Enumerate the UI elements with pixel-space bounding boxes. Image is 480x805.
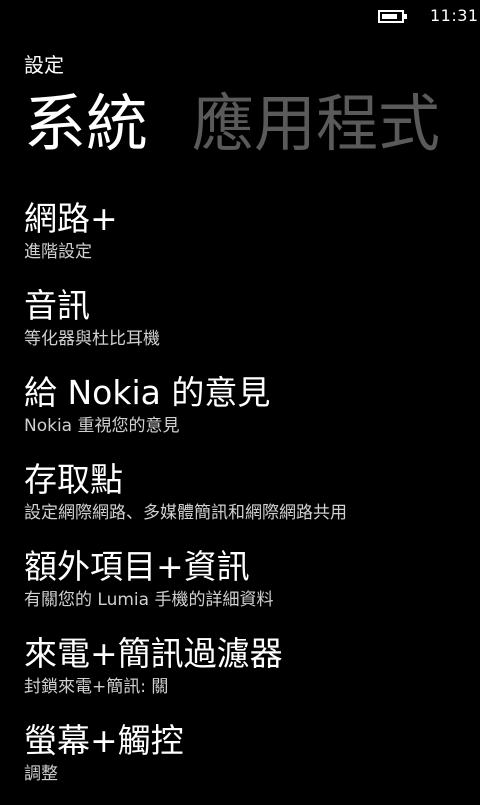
settings-item-title: 音訊 xyxy=(24,286,90,325)
settings-item-subtitle: 有關您的 Lumia 手機的詳細資料 xyxy=(24,590,274,610)
settings-item-title: 螢幕+觸控 xyxy=(24,721,184,760)
settings-item-title: 給 Nokia 的意見 xyxy=(24,373,271,412)
settings-item-subtitle: Nokia 重視您的意見 xyxy=(24,416,180,436)
settings-item-access-point[interactable]: 存取點 設定網際網路、多媒體簡訊和網際網路共用 xyxy=(24,457,480,544)
settings-item-audio[interactable]: 音訊 等化器與杜比耳機 xyxy=(24,283,480,370)
settings-item-title: 額外項目+資訊 xyxy=(24,547,250,586)
settings-item-title: 網路+ xyxy=(24,199,118,238)
app-title: 設定 xyxy=(24,53,64,77)
pivot-tab-system[interactable]: 系統 xyxy=(24,84,148,164)
status-bar: 11:31 xyxy=(0,0,480,32)
settings-item-nokia-feedback[interactable]: 給 Nokia 的意見 Nokia 重視您的意見 xyxy=(24,370,480,457)
pivot-tab-applications[interactable]: 應用程式 xyxy=(192,84,440,164)
settings-item-call-sms-filter[interactable]: 來電+簡訊過濾器 封鎖來電+簡訊: 關 xyxy=(24,631,480,718)
settings-item-display-touch[interactable]: 螢幕+觸控 調整 xyxy=(24,718,480,805)
settings-list: 網路+ 進階設定 音訊 等化器與杜比耳機 給 Nokia 的意見 Nokia 重… xyxy=(24,196,480,805)
battery-tip xyxy=(404,14,407,19)
settings-item-subtitle: 調整 xyxy=(24,764,58,784)
settings-item-subtitle: 封鎖來電+簡訊: 關 xyxy=(24,677,169,697)
settings-item-extras-info[interactable]: 額外項目+資訊 有關您的 Lumia 手機的詳細資料 xyxy=(24,544,480,631)
settings-item-network[interactable]: 網路+ 進階設定 xyxy=(24,196,480,283)
pivot-headers: 系統 應用程式 xyxy=(24,84,480,164)
battery-level-fill xyxy=(382,14,397,19)
settings-item-title: 存取點 xyxy=(24,460,123,499)
battery-icon xyxy=(378,10,404,23)
status-clock: 11:31 xyxy=(430,6,479,25)
settings-item-title: 來電+簡訊過濾器 xyxy=(24,634,283,673)
settings-item-subtitle: 設定網際網路、多媒體簡訊和網際網路共用 xyxy=(24,503,347,523)
settings-item-subtitle: 進階設定 xyxy=(24,242,92,262)
settings-item-subtitle: 等化器與杜比耳機 xyxy=(24,329,160,349)
